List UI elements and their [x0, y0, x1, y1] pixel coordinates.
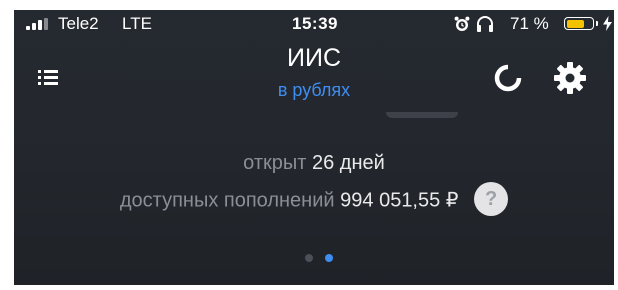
- page-dot-1[interactable]: [305, 254, 313, 262]
- headphones-icon: [477, 16, 493, 32]
- battery-percent: 71 %: [510, 14, 549, 33]
- available-label: доступных пополнений: [119, 189, 335, 212]
- page-title: ИИС: [287, 44, 341, 72]
- refresh-icon: [494, 64, 522, 92]
- opened-label: открыт: [243, 152, 307, 174]
- refresh-button[interactable]: [492, 62, 524, 94]
- page-indicator[interactable]: [305, 254, 335, 262]
- available-value: 994 051,55 ₽: [340, 189, 459, 212]
- battery-icon: [564, 17, 594, 30]
- battery-level: [566, 19, 584, 28]
- help-button[interactable]: ?: [474, 182, 509, 216]
- settings-button[interactable]: [552, 60, 588, 96]
- carrier-name: Tele2: [58, 14, 99, 33]
- status-bar: Tele2 LTE 15:39 71 %: [14, 10, 614, 38]
- alarm-icon: [454, 16, 470, 31]
- network-type: LTE: [122, 14, 152, 33]
- available-info: доступных пополнений 994 051,55 ₽ ?: [14, 182, 614, 218]
- signal-icon: [26, 18, 50, 30]
- gear-icon: [554, 62, 586, 94]
- opened-value: 26 дней: [312, 152, 385, 174]
- menu-button[interactable]: [38, 66, 64, 90]
- drag-handle[interactable]: [386, 112, 458, 118]
- opened-info: открыт 26 дней: [14, 152, 614, 175]
- charging-icon: [603, 16, 612, 31]
- app-screen: Tele2 LTE 15:39 71 % ИИС в рублях открыт…: [14, 10, 614, 285]
- currency-selector[interactable]: в рублях: [214, 80, 414, 101]
- battery-tip: [596, 21, 598, 26]
- status-time: 15:39: [292, 14, 338, 33]
- page-dot-2[interactable]: [325, 254, 333, 262]
